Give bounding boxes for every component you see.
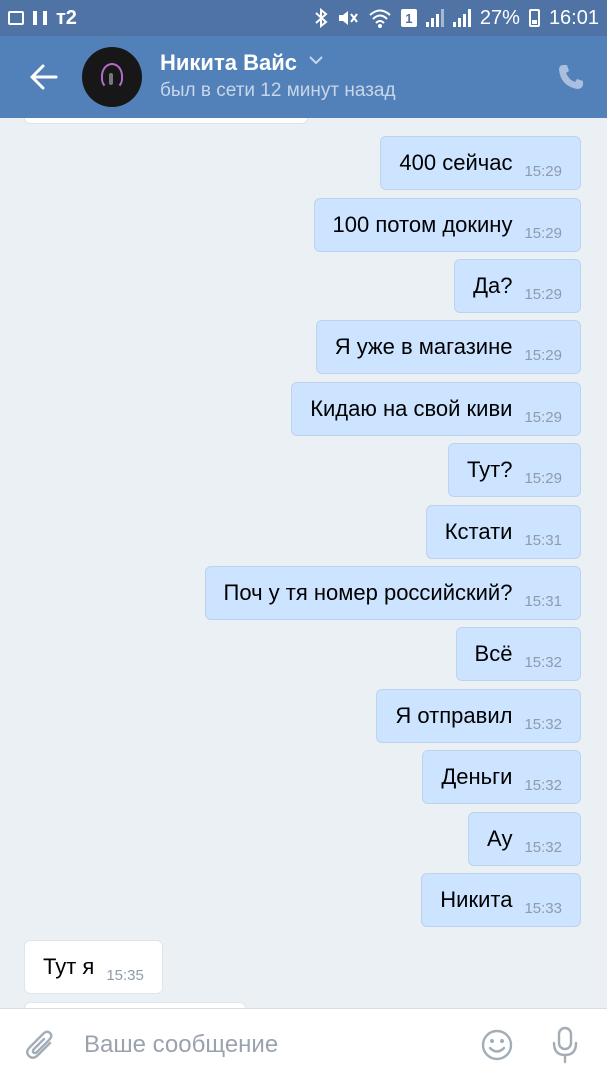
message-text: Я отправил	[395, 703, 513, 728]
paperclip-icon[interactable]	[24, 1029, 58, 1065]
message-text: 400 сейчас	[399, 150, 513, 175]
message-outgoing[interactable]: Ау 15:32	[468, 812, 581, 866]
message-outgoing[interactable]: Кидаю на свой киви 15:29	[291, 382, 581, 436]
message-text: Тут я	[43, 954, 95, 979]
message-text: Деньги	[441, 764, 513, 789]
message-time: 15:32	[524, 776, 562, 794]
message-text: Ау	[487, 826, 513, 851]
clock: 16:01	[548, 6, 599, 29]
signal-sim2-icon	[452, 9, 471, 27]
mute-icon	[338, 11, 358, 25]
message-time: 15:31	[524, 531, 562, 549]
message-time: 15:29	[524, 285, 562, 303]
message-outgoing[interactable]: Я уже в магазине 15:29	[315, 320, 581, 374]
message-time: 15:31	[524, 592, 562, 610]
arrow-left-icon[interactable]	[26, 58, 60, 96]
message-text: Кстати	[444, 519, 513, 544]
message-text: Всё	[474, 641, 513, 666]
message-outgoing[interactable]: 400 сейчас 15:29	[380, 136, 581, 190]
message-outgoing[interactable]: 100 потом докину 15:29	[313, 198, 581, 252]
sim-indicator: 1	[400, 9, 417, 27]
message-incoming[interactable]: Тут я 15:35	[24, 940, 163, 994]
message-time: 15:29	[524, 162, 562, 180]
message-time: 15:33	[524, 899, 562, 917]
message-outgoing[interactable]: Да? 15:29	[454, 259, 581, 313]
gallery-notification-icon	[8, 11, 24, 25]
bluetooth-icon	[315, 8, 328, 28]
pause-notification-icon	[33, 11, 47, 25]
chat-header: Никита Вайс был в сети 12 минут назад	[0, 36, 607, 118]
message-text: 100 потом докину	[332, 212, 513, 237]
message-time: 15:29	[524, 469, 562, 487]
message-time: 15:35	[106, 966, 144, 984]
message-time: 15:32	[524, 838, 562, 856]
message-list[interactable]: 400 сейчас 15:29 100 потом докину 15:29 …	[0, 118, 607, 1008]
previous-message-partial	[24, 118, 308, 124]
message-time: 15:32	[524, 715, 562, 733]
message-text: Кидаю на свой киви	[310, 396, 513, 421]
message-time: 15:29	[524, 224, 562, 242]
message-outgoing[interactable]: Тут? 15:29	[447, 443, 581, 497]
message-outgoing[interactable]: Я отправил 15:32	[376, 689, 581, 743]
smiley-icon[interactable]	[480, 1028, 514, 1062]
message-time: 15:29	[524, 346, 562, 364]
contact-name[interactable]: Никита Вайс	[160, 50, 297, 76]
battery-icon	[528, 9, 540, 27]
message-outgoing[interactable]: Никита 15:33	[421, 873, 581, 927]
message-composer	[0, 1008, 607, 1081]
status-bar: т2 1 27% 16:01	[0, 0, 607, 36]
message-outgoing[interactable]: Деньги 15:32	[422, 750, 581, 804]
message-text: Да?	[473, 273, 513, 298]
signal-sim1-icon	[425, 9, 444, 27]
message-text: Никита	[440, 887, 513, 912]
avatar[interactable]	[82, 47, 142, 107]
carrier-label: т2	[56, 6, 77, 29]
battery-percent: 27%	[479, 6, 520, 29]
message-text: Тут?	[466, 457, 513, 482]
message-outgoing[interactable]: Всё 15:32	[455, 627, 581, 681]
message-text: Я уже в магазине	[334, 334, 513, 359]
message-outgoing[interactable]: Поч у тя номер российский? 15:31	[204, 566, 581, 620]
message-outgoing[interactable]: Кстати 15:31	[425, 505, 581, 559]
message-text: Поч у тя номер российский?	[223, 580, 513, 605]
message-time: 15:29	[524, 408, 562, 426]
phone-icon[interactable]	[556, 62, 586, 92]
wifi-icon	[369, 9, 391, 28]
chevron-down-icon[interactable]	[308, 52, 324, 68]
microphone-icon[interactable]	[550, 1025, 580, 1065]
contact-status: был в сети 12 минут назад	[160, 80, 396, 101]
message-time: 15:32	[524, 653, 562, 671]
message-input[interactable]	[74, 1021, 484, 1069]
